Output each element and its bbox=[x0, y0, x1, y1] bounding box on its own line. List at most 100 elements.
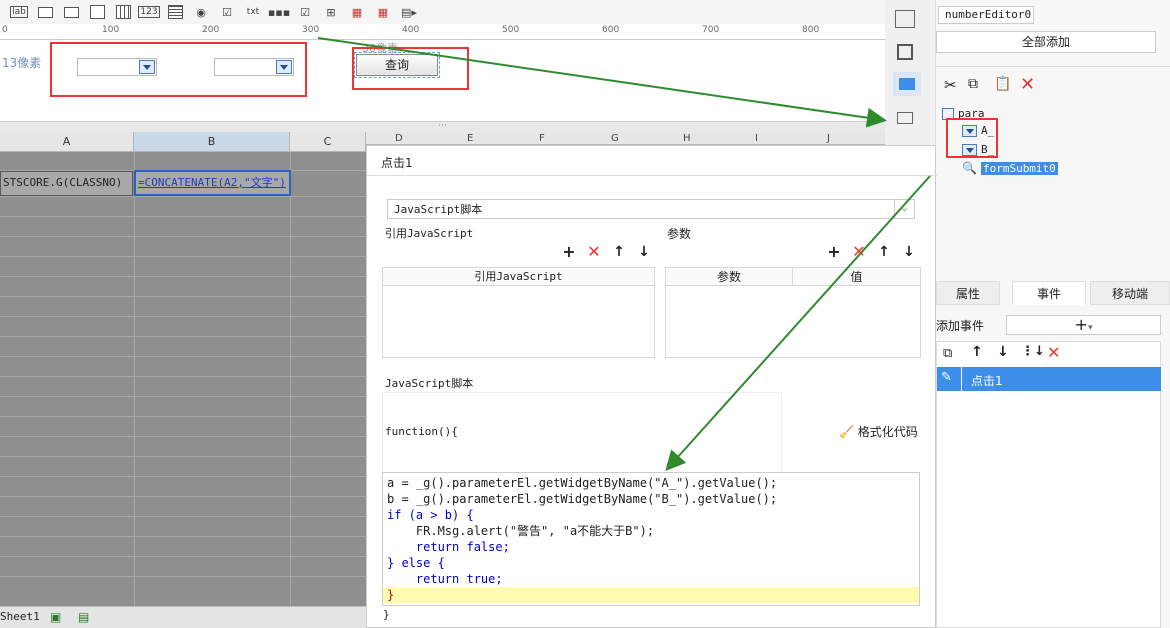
tree-label: formSubmit0 bbox=[980, 161, 1058, 175]
column-header[interactable]: J bbox=[827, 133, 830, 144]
format-code-button[interactable]: 🧹 格式化代码 bbox=[839, 423, 918, 440]
ref-js-col: 引用JavaScript bbox=[383, 268, 654, 286]
date-icon[interactable]: ▦ bbox=[344, 2, 370, 22]
edit-pencil-icon[interactable]: ✎ bbox=[941, 370, 952, 385]
add-event-button[interactable]: +▾ bbox=[1006, 315, 1161, 335]
add-event-label: 添加事件 bbox=[936, 319, 985, 333]
code-editor[interactable]: a = _g().parameterEl.getWidgetByName("A_… bbox=[382, 472, 920, 606]
right-panel: numberEditor0 全部添加 ✂ ⧉ 📋 ✕ para A_ B_ 🔍 f… bbox=[935, 0, 1170, 628]
ruler: 0 100 200 300 400 500 600 700 800 bbox=[0, 24, 885, 40]
widget-toolbar: lab 123 ◉ ☑ txt ▪▪▪ ☑ ⊞ ▦ ▦ ▤▸ bbox=[0, 0, 885, 24]
move-up-icon[interactable]: ↑ bbox=[971, 344, 983, 360]
params-table[interactable]: 参数 值 bbox=[665, 267, 921, 358]
code-line: a = _g().parameterEl.getWidgetByName("A_… bbox=[387, 476, 778, 490]
checkbox-icon[interactable]: ☑ bbox=[214, 2, 240, 22]
tree-icon[interactable]: ⊞ bbox=[318, 2, 344, 22]
add-all-button[interactable]: 全部添加 bbox=[936, 31, 1156, 53]
copy-icon[interactable]: ⧉ bbox=[968, 76, 978, 92]
ruler-mark: 700 bbox=[702, 25, 720, 35]
delete-ref-icon[interactable]: ✕ bbox=[586, 244, 602, 260]
add-ref-icon[interactable]: + bbox=[561, 244, 577, 260]
more-icon[interactable]: ▤▸ bbox=[396, 2, 422, 22]
number-icon[interactable]: 123 bbox=[136, 2, 162, 22]
script-label: JavaScript脚本 bbox=[385, 377, 474, 390]
cell-b2[interactable]: =CONCATENATE(A2,"文字") bbox=[134, 170, 291, 196]
highlight-box bbox=[352, 47, 469, 90]
column-header[interactable]: A bbox=[0, 132, 134, 152]
frame-icon[interactable] bbox=[897, 44, 913, 60]
tab-properties[interactable]: 属性 bbox=[936, 281, 1000, 305]
check-icon[interactable]: ☑ bbox=[292, 2, 318, 22]
ref-js-label: 引用JavaScript bbox=[385, 227, 474, 240]
event-item[interactable]: ✎ 点击1 bbox=[937, 367, 1161, 391]
move-bottom-icon[interactable]: ⋮↓ bbox=[1021, 344, 1045, 359]
delete-icon[interactable]: ✕ bbox=[1020, 74, 1035, 95]
radio-icon[interactable]: ◉ bbox=[188, 2, 214, 22]
txt-icon[interactable]: txt bbox=[240, 2, 266, 22]
parameter-canvas[interactable]: 13像素 30像素 查询 bbox=[0, 40, 885, 122]
ruler-mark: 300 bbox=[302, 25, 320, 35]
column-header[interactable]: E bbox=[467, 133, 473, 144]
delete-event-icon[interactable]: ✕ bbox=[1047, 343, 1060, 362]
column-header[interactable]: C bbox=[290, 132, 366, 152]
format-code-label: 格式化代码 bbox=[857, 425, 918, 439]
chevron-down-icon[interactable]: ⌵ bbox=[894, 200, 914, 218]
up-param-icon[interactable]: ↑ bbox=[876, 244, 892, 260]
cell-a2[interactable]: STSCORE.G(CLASSNO) bbox=[0, 171, 133, 196]
submit-icon: 🔍 bbox=[962, 161, 977, 175]
ruler-mark: 0 bbox=[2, 25, 8, 35]
widget-name-field[interactable]: numberEditor0 bbox=[938, 6, 1034, 24]
column-header[interactable]: B bbox=[134, 132, 290, 152]
add-report-icon[interactable]: ▤ bbox=[78, 610, 89, 624]
paste-icon[interactable]: 📋 bbox=[994, 76, 1011, 92]
code-line: } else { bbox=[387, 556, 445, 570]
form-icon[interactable] bbox=[84, 2, 110, 22]
move-down-icon[interactable]: ↓ bbox=[997, 344, 1009, 360]
column-header[interactable]: D bbox=[395, 133, 403, 144]
event-type-value: JavaScript脚本 bbox=[394, 203, 483, 216]
tab-mobile[interactable]: 移动端 bbox=[1090, 281, 1170, 305]
event-item-label: 点击1 bbox=[971, 374, 1003, 388]
side-icon-strip bbox=[885, 0, 935, 145]
column-header[interactable]: F bbox=[539, 133, 545, 144]
list-icon[interactable] bbox=[897, 112, 913, 124]
lab-icon[interactable]: lab bbox=[6, 2, 32, 22]
dropdown-icon[interactable] bbox=[58, 2, 84, 22]
function-header-area: function(){ bbox=[382, 392, 782, 472]
add-sheet-icon[interactable]: ▣ bbox=[50, 610, 61, 624]
event-type-select[interactable]: JavaScript脚本 ⌵ bbox=[387, 199, 915, 219]
app-window: lab 123 ◉ ☑ txt ▪▪▪ ☑ ⊞ ▦ ▦ ▤▸ 0 100 200… bbox=[0, 0, 1170, 628]
value-col: 值 bbox=[793, 268, 920, 286]
up-ref-icon[interactable]: ↑ bbox=[611, 244, 627, 260]
tree-node-submit[interactable]: 🔍 formSubmit0 bbox=[962, 161, 1058, 175]
ref-js-table[interactable]: 引用JavaScript bbox=[382, 267, 655, 358]
down-param-icon[interactable]: ↓ bbox=[901, 244, 917, 260]
highlight-box bbox=[946, 118, 998, 158]
column-header[interactable]: H bbox=[683, 133, 691, 144]
layout-icon[interactable] bbox=[895, 10, 915, 28]
dialog-title: 点击1 bbox=[367, 146, 937, 176]
password-icon[interactable]: ▪▪▪ bbox=[266, 2, 292, 22]
delete-param-icon[interactable]: ✕ bbox=[851, 244, 867, 260]
code-line: } bbox=[383, 587, 919, 603]
cut-icon[interactable]: ✂ bbox=[944, 76, 957, 94]
tab-events[interactable]: 事件 bbox=[1012, 281, 1086, 305]
calendar-icon[interactable] bbox=[110, 2, 136, 22]
event-list: ⧉ ↑ ↓ ⋮↓ ✕ ✎ 点击1 bbox=[936, 341, 1161, 628]
down-ref-icon[interactable]: ↓ bbox=[636, 244, 652, 260]
datetime-icon[interactable]: ▦ bbox=[370, 2, 396, 22]
column-header[interactable]: I bbox=[755, 133, 758, 144]
textarea-icon[interactable] bbox=[162, 2, 188, 22]
spreadsheet-grid[interactable]: A B C STSCORE.G(CLASSNO) =CONCATENATE(A2… bbox=[0, 132, 366, 606]
add-param-icon[interactable]: + bbox=[826, 244, 842, 260]
code-line: b = _g().parameterEl.getWidgetByName("B_… bbox=[387, 492, 778, 506]
column-header[interactable]: G bbox=[611, 133, 619, 144]
code-line: return false; bbox=[387, 540, 510, 554]
splitter-handle[interactable]: ··· bbox=[0, 122, 885, 132]
ruler-mark: 400 bbox=[402, 25, 420, 35]
copy-event-icon[interactable]: ⧉ bbox=[943, 346, 952, 361]
sheet-tab[interactable]: Sheet1 bbox=[0, 610, 40, 623]
textbox-icon[interactable] bbox=[32, 2, 58, 22]
combo-icon[interactable] bbox=[893, 72, 921, 96]
event-dialog: 点击1 JavaScript脚本 ⌵ 引用JavaScript 参数 + ✕ ↑… bbox=[366, 145, 937, 628]
